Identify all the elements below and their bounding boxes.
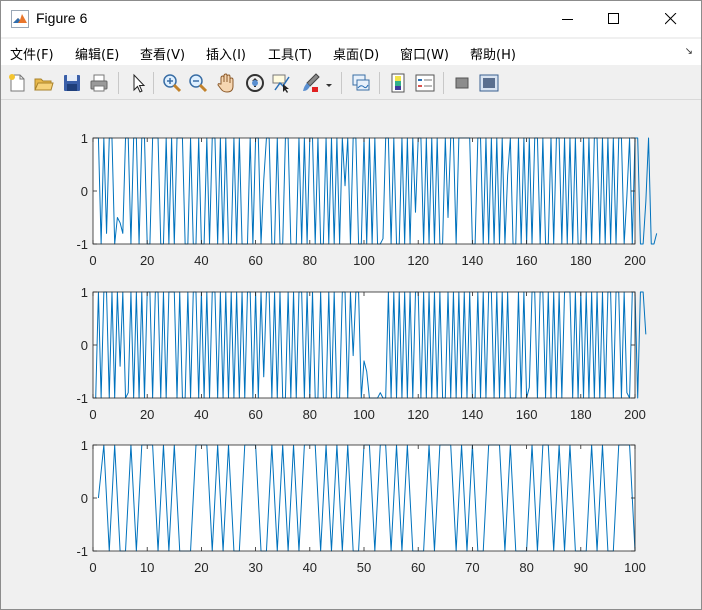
x-tick-label: 20: [140, 407, 154, 422]
menu-insert[interactable]: 插入(I): [206, 44, 246, 63]
print-icon[interactable]: [88, 72, 110, 94]
x-tick-label: 100: [353, 407, 375, 422]
y-tick-label: -1: [76, 544, 88, 559]
x-tick-label: 180: [570, 407, 592, 422]
x-tick-label: 100: [353, 253, 375, 268]
x-tick-label: 180: [570, 253, 592, 268]
y-tick-label: 0: [81, 491, 88, 506]
colorbar-icon[interactable]: [387, 72, 409, 94]
minimize-button[interactable]: [545, 1, 591, 37]
x-tick-label: 60: [248, 407, 262, 422]
x-tick-label: 80: [519, 560, 533, 575]
figure-toolbar: [1, 67, 701, 100]
open-file-icon[interactable]: [32, 72, 54, 94]
hide-plot-tools-icon[interactable]: [451, 72, 473, 94]
x-tick-label: 70: [465, 560, 479, 575]
select-pointer-icon[interactable]: [127, 72, 149, 94]
x-tick-label: 0: [89, 253, 96, 268]
x-tick-label: 40: [194, 253, 208, 268]
x-tick-label: 60: [248, 253, 262, 268]
y-tick-label: 1: [81, 285, 88, 300]
x-tick-label: 140: [462, 253, 484, 268]
x-tick-label: 40: [194, 407, 208, 422]
x-tick-label: 80: [303, 407, 317, 422]
zoom-in-icon[interactable]: [161, 72, 183, 94]
x-tick-label: 120: [407, 253, 429, 268]
x-tick-label: 20: [140, 253, 154, 268]
x-tick-label: 200: [624, 407, 646, 422]
toolbar-separator: [379, 72, 380, 94]
y-tick-label: -1: [76, 391, 88, 406]
x-tick-label: 10: [140, 560, 154, 575]
x-tick-label: 30: [248, 560, 262, 575]
x-tick-label: 50: [357, 560, 371, 575]
x-tick-label: 60: [411, 560, 425, 575]
menu-view[interactable]: 查看(V): [140, 44, 185, 63]
x-tick-label: 40: [303, 560, 317, 575]
toolbar-separator: [443, 72, 444, 94]
zoom-out-icon[interactable]: [187, 72, 209, 94]
y-tick-label: 0: [81, 184, 88, 199]
x-tick-label: 0: [89, 560, 96, 575]
axes-3[interactable]: 0 10 20 30 40 50 60 70 80 90 100-101: [76, 438, 645, 575]
close-button[interactable]: [648, 1, 694, 37]
data-cursor-icon[interactable]: [271, 72, 293, 94]
brush-dropdown-icon[interactable]: [324, 72, 334, 94]
menu-bar: 文件(F) 编辑(E) 查看(V) 插入(I) 工具(T) 桌面(D) 窗口(W…: [1, 39, 701, 65]
minimize-icon: [562, 19, 573, 20]
x-tick-label: 160: [516, 407, 538, 422]
menu-desktop[interactable]: 桌面(D): [333, 44, 379, 63]
dock-arrow-icon[interactable]: ↘: [685, 46, 693, 57]
matlab-logo-icon: [11, 10, 29, 28]
x-tick-label: 160: [516, 253, 538, 268]
menu-edit[interactable]: 编辑(E): [75, 44, 119, 63]
x-tick-label: 200: [624, 253, 646, 268]
toolbar-separator: [341, 72, 342, 94]
y-tick-label: 0: [81, 338, 88, 353]
window-title: Figure 6: [36, 10, 88, 26]
x-tick-label: 120: [407, 407, 429, 422]
menu-file[interactable]: 文件(F): [10, 44, 54, 63]
link-plot-icon[interactable]: [350, 72, 372, 94]
legend-icon[interactable]: [414, 72, 436, 94]
figure-window: Figure 6 文件(F) 编辑(E) 查看(V) 插入(I) 工具(T) 桌…: [0, 0, 702, 610]
close-icon: [665, 13, 677, 25]
x-tick-label: 20: [194, 560, 208, 575]
toolbar-separator: [118, 72, 119, 94]
show-plot-tools-icon[interactable]: [478, 72, 500, 94]
new-figure-icon[interactable]: [6, 72, 28, 94]
rotate-3d-icon[interactable]: [244, 72, 266, 94]
figure-canvas: 0 20 40 60 80 100 120 140 160 180 200-101 0 20 40 60 8…: [76, 131, 658, 575]
axes-2[interactable]: 0 20 40 60 80 100 120 140 160 180 200-101: [76, 285, 647, 422]
x-tick-label: 0: [89, 407, 96, 422]
toolbar-separator: [153, 72, 154, 94]
title-bar[interactable]: Figure 6: [1, 1, 701, 37]
maximize-icon: [608, 13, 619, 24]
x-tick-label: 90: [574, 560, 588, 575]
x-tick-label: 100: [624, 560, 646, 575]
x-tick-label: 80: [303, 253, 317, 268]
y-tick-label: 1: [81, 438, 88, 453]
menu-help[interactable]: 帮助(H): [470, 44, 516, 63]
x-tick-label: 140: [462, 407, 484, 422]
brush-icon[interactable]: [299, 72, 321, 94]
maximize-button[interactable]: [591, 1, 637, 37]
menu-tools[interactable]: 工具(T): [268, 44, 312, 63]
save-icon[interactable]: [61, 72, 83, 94]
menu-window[interactable]: 窗口(W): [400, 44, 449, 63]
plot-area[interactable]: [93, 445, 635, 551]
pan-hand-icon[interactable]: [215, 72, 237, 94]
y-tick-label: -1: [76, 237, 88, 252]
axes-1[interactable]: 0 20 40 60 80 100 120 140 160 180 200-101: [76, 131, 658, 268]
y-tick-label: 1: [81, 131, 88, 146]
